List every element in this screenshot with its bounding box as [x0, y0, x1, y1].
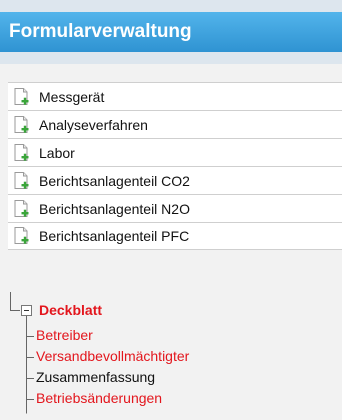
- panel-title: Formularverwaltung: [9, 21, 192, 42]
- form-item-label: Berichtsanlagenteil PFC: [39, 228, 190, 244]
- document-add-icon: [14, 143, 30, 162]
- form-item-label: Berichtsanlagenteil N2O: [39, 200, 190, 217]
- form-item-berichtsanlagenteil-n2o[interactable]: Berichtsanlagenteil N2O: [8, 194, 342, 222]
- tree-root-label: Deckblatt: [39, 302, 103, 318]
- tree-item-betriebsaenderungen[interactable]: Betriebsänderungen: [36, 390, 162, 406]
- document-tree: Deckblatt Betreiber Versandbevollmächtig…: [9, 292, 342, 420]
- document-add-icon: [14, 87, 30, 106]
- form-list: Messgerät Analyseverfahren Labor Bericht…: [8, 82, 342, 250]
- form-item-label: Messgerät: [39, 88, 105, 105]
- form-item-label: Labor: [39, 144, 75, 161]
- form-item-analyseverfahren[interactable]: Analyseverfahren: [8, 110, 342, 138]
- form-item-berichtsanlagenteil-pfc[interactable]: Berichtsanlagenteil PFC: [8, 222, 342, 250]
- form-item-berichtsanlagenteil-co2[interactable]: Berichtsanlagenteil CO2: [8, 166, 342, 194]
- panel-header: Formularverwaltung: [0, 12, 342, 52]
- document-add-icon: [14, 227, 30, 245]
- form-item-label: Analyseverfahren: [39, 116, 148, 133]
- form-item-label: Berichtsanlagenteil CO2: [39, 172, 190, 189]
- form-item-labor[interactable]: Labor: [8, 138, 342, 166]
- tree-item-zusammenfassung[interactable]: Zusammenfassung: [36, 369, 155, 385]
- form-item-messgeraet[interactable]: Messgerät: [8, 82, 342, 110]
- document-add-icon: [14, 199, 30, 218]
- collapse-icon[interactable]: [21, 304, 32, 316]
- document-add-icon: [14, 115, 30, 134]
- tree-item-versandbevollmaechtigter[interactable]: Versandbevollmächtigter: [36, 348, 189, 364]
- tree-root-deckblatt[interactable]: Deckblatt: [21, 302, 102, 318]
- header-band: Formularverwaltung: [0, 0, 342, 64]
- document-add-icon: [14, 171, 30, 190]
- tree-item-betreiber[interactable]: Betreiber: [36, 327, 93, 343]
